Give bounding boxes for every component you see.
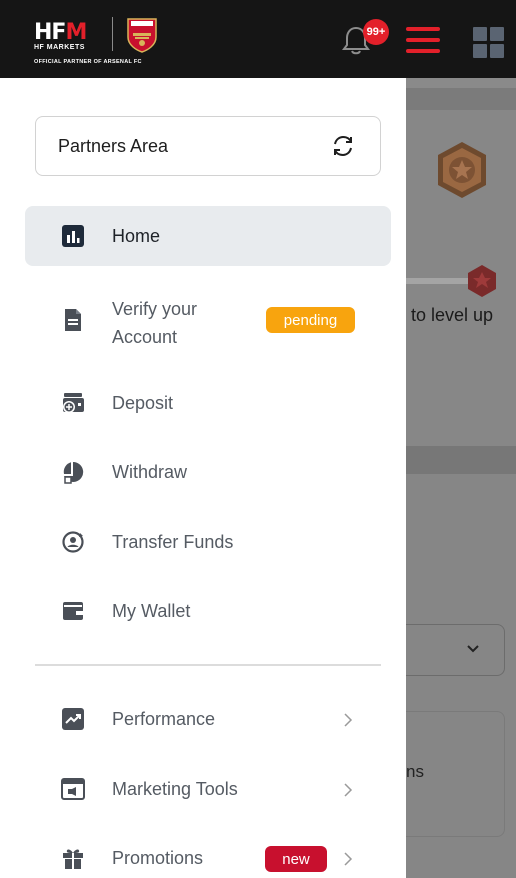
bronze-medal-icon	[438, 142, 486, 198]
chevron-right-icon	[344, 713, 353, 727]
notification-badge: 99+	[363, 19, 389, 45]
nav-label-verify-account: Verify your Account	[112, 299, 198, 347]
deposit-icon	[63, 393, 84, 413]
background-select[interactable]	[406, 624, 505, 676]
nav-item-promotions[interactable]: Promotions new	[25, 828, 391, 878]
nav-label-marketing-tools: Marketing Tools	[112, 779, 238, 799]
menu-line	[406, 49, 440, 53]
chevron-down-icon	[467, 645, 479, 653]
nav-label-promotions: Promotions	[112, 848, 204, 868]
partners-area-label: Partners Area	[58, 136, 169, 156]
nav-label-transfer-funds: Transfer Funds	[112, 532, 234, 552]
partners-area-switcher[interactable]: Partners Area	[35, 116, 381, 176]
nav-item-transfer-funds[interactable]: Transfer Funds	[25, 512, 391, 572]
marketing-icon	[61, 778, 85, 800]
logo-m-text: M	[65, 20, 87, 45]
grid-cell	[490, 27, 504, 41]
chevron-right-icon	[344, 852, 353, 866]
withdraw-icon	[63, 461, 84, 484]
nav-item-marketing-tools[interactable]: Marketing Tools	[25, 759, 391, 819]
nav-item-home[interactable]: Home	[25, 206, 391, 266]
level-badge-icon	[468, 265, 496, 297]
nav-label-my-wallet: My Wallet	[112, 601, 191, 621]
grid-cell	[490, 44, 504, 58]
logo-subtitle: HF MARKETS	[34, 44, 85, 51]
nav-item-withdraw[interactable]: Withdraw	[25, 442, 391, 502]
nav-item-deposit[interactable]: Deposit	[25, 373, 391, 433]
menu-divider	[35, 664, 381, 666]
nav-label-home: Home	[112, 226, 161, 246]
arsenal-crest-icon	[127, 18, 157, 53]
background-card-text: ns	[406, 762, 424, 781]
grid-cell	[473, 27, 487, 41]
chevron-right-icon	[344, 783, 353, 797]
nav-label-deposit: Deposit	[112, 393, 174, 413]
background-band	[406, 88, 516, 110]
performance-icon	[62, 708, 84, 730]
nav-item-verify-account[interactable]: Verify your Account pending	[25, 288, 391, 352]
logo-partner-text: OFFICIAL PARTNER OF ARSENAL FC	[34, 59, 142, 65]
chart-bars-icon	[62, 225, 84, 247]
pending-badge: pending	[266, 307, 355, 333]
level-up-text: to level up	[411, 305, 494, 325]
logo-main-text: HF	[34, 20, 66, 45]
nav-label-withdraw: Withdraw	[112, 462, 188, 482]
new-badge: new	[265, 846, 327, 872]
nav-item-my-wallet[interactable]: My Wallet	[25, 581, 391, 641]
background-band	[406, 446, 516, 474]
menu-line	[406, 38, 440, 42]
switch-account-icon[interactable]	[330, 133, 356, 159]
top-bar: HFM HF MARKETS OFFICIAL PARTNER OF ARSEN…	[0, 0, 516, 78]
wallet-icon	[63, 602, 83, 620]
hfm-logo[interactable]: HFM	[34, 20, 87, 45]
menu-toggle-icon[interactable]	[406, 27, 440, 55]
grid-cell	[473, 44, 487, 58]
gift-icon	[63, 849, 83, 869]
nav-label-performance: Performance	[112, 709, 216, 729]
logo-divider	[112, 17, 113, 51]
transfer-icon	[62, 531, 84, 553]
menu-line	[406, 27, 440, 31]
nav-item-performance[interactable]: Performance	[25, 689, 391, 749]
apps-grid-icon[interactable]	[473, 27, 505, 59]
document-icon	[65, 309, 81, 331]
